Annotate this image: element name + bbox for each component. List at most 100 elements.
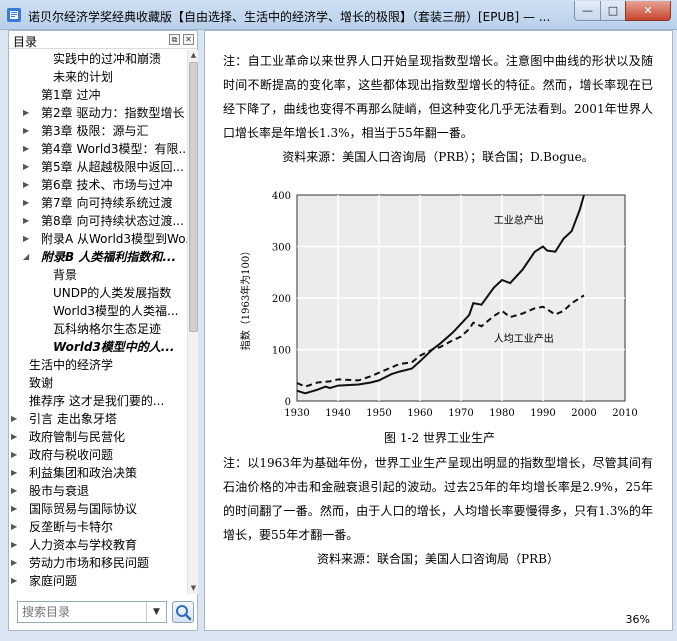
toc-item[interactable]: 背景: [9, 266, 187, 284]
toc-item[interactable]: ▶ 第7章 向可持续系统过渡: [9, 194, 187, 212]
toc-item[interactable]: World3模型中的人...: [9, 338, 187, 356]
toc-search-input[interactable]: [18, 602, 144, 622]
expand-arrow-icon[interactable]: ▶: [11, 410, 21, 428]
x-tick-label: 1980: [489, 408, 514, 419]
expand-arrow-icon[interactable]: ▶: [23, 194, 33, 212]
y-tick-label: 0: [285, 397, 291, 408]
toc-item[interactable]: 生活中的经济学: [9, 356, 187, 374]
expand-arrow-icon[interactable]: ▶: [23, 104, 33, 122]
scroll-up-icon[interactable]: ▲: [188, 50, 199, 61]
toc-item[interactable]: ▶ 第5章 从超越极限中返回...: [9, 158, 187, 176]
toc-item[interactable]: ▶ 政府管制与民营化: [9, 428, 187, 446]
toc-item-label: 第5章 从超越极限中返回...: [41, 160, 184, 174]
toc-item-label: 第1章 过冲: [41, 88, 101, 102]
y-axis-label: 指数（1963年为100）: [239, 246, 252, 351]
toc-item[interactable]: ▶ 第3章 极限：源与汇: [9, 122, 187, 140]
note-paragraph-2: 注：以1963年为基础年份，世界工业生产呈现出明显的指数型增长，尽管其间有石油价…: [223, 456, 653, 542]
expand-arrow-icon[interactable]: ▶: [23, 212, 33, 230]
toc-item-label: 家庭问题: [29, 574, 78, 588]
close-panel-icon[interactable]: ✕: [183, 34, 194, 45]
title-bar: 诺贝尔经济学奖经典收藏版【自由选择、生活中的经济学、增长的极限】（套装三册）[E…: [0, 0, 677, 30]
toc-item[interactable]: ▶ 第4章 World3模型：有限...: [9, 140, 187, 158]
expand-arrow-icon[interactable]: ▶: [11, 500, 21, 518]
toc-search-box: ▼: [17, 601, 167, 623]
toc-item-label: 国际贸易与国际协议: [29, 502, 138, 516]
toc-scrollbar[interactable]: ▲ ▼: [187, 50, 198, 594]
x-tick-label: 2010: [612, 408, 637, 419]
toc-item-label: 实践中的过冲和崩溃: [53, 52, 162, 66]
expand-arrow-icon[interactable]: ▶: [11, 428, 21, 446]
toc-item[interactable]: ▶ 政府与税收问题: [9, 446, 187, 464]
x-tick-label: 1940: [325, 408, 350, 419]
toc-title: 目录: [13, 35, 38, 49]
toc-item[interactable]: ◢ 附录B 人类福利指数和...: [9, 248, 187, 266]
toc-item-label: 政府与税收问题: [29, 448, 114, 462]
search-dropdown-icon[interactable]: ▼: [146, 602, 166, 622]
toc-item[interactable]: 实践中的过冲和崩溃: [9, 50, 187, 68]
toc-item-label: 第3章 极限：源与汇: [41, 124, 149, 138]
toc-item[interactable]: 瓦科纳格尔生态足迹: [9, 320, 187, 338]
expand-arrow-icon[interactable]: ▶: [11, 572, 21, 590]
pin-icon[interactable]: ⧉: [169, 34, 180, 45]
toc-panel: 目录 ⧉ ✕ 实践中的过冲和崩溃未来的计划第1章 过冲 ▶ 第2章 驱动力：指数型增…: [8, 30, 198, 631]
industrial-output-chart: 1930 1940 1950 1960 1970 1980 1990 2000 2010 0 100…: [239, 191, 638, 419]
toc-item-label: 推荐序 这才是我们要的...: [29, 394, 165, 408]
toc-header: 目录 ⧉ ✕: [9, 31, 197, 49]
app-icon: [7, 8, 21, 22]
x-tick-label: 1990: [530, 408, 555, 419]
x-tick-label: 1950: [366, 408, 391, 419]
expand-arrow-icon[interactable]: ▶: [11, 536, 21, 554]
toc-item[interactable]: ▶ 附录A 从World3模型到Wo...: [9, 230, 187, 248]
toc-item[interactable]: UNDP的人类发展指数: [9, 284, 187, 302]
toc-item[interactable]: ▶ 利益集团和政治决策: [9, 464, 187, 482]
toc-item[interactable]: ▶ 人力资本与学校教育: [9, 536, 187, 554]
x-tick-label: 1960: [407, 408, 432, 419]
expand-arrow-icon[interactable]: ▶: [23, 230, 33, 248]
toc-item[interactable]: ▶ 第2章 驱动力：指数型增长: [9, 104, 187, 122]
toc-item-label: 附录A 从World3模型到Wo...: [41, 232, 187, 246]
expand-arrow-icon[interactable]: ▶: [11, 464, 21, 482]
toc-item[interactable]: 第1章 过冲: [9, 86, 187, 104]
toc-item-label: 政府管制与民营化: [29, 430, 126, 444]
toc-item-label: 第4章 World3模型：有限...: [41, 142, 187, 156]
toc-item-label: 附录B 人类福利指数和...: [41, 250, 177, 264]
toc-item-label: 第7章 向可持续系统过渡: [41, 196, 173, 210]
toc-item[interactable]: 推荐序 这才是我们要的...: [9, 392, 187, 410]
y-tick-label: 100: [272, 346, 291, 357]
close-button[interactable]: ✕: [625, 1, 671, 21]
expand-arrow-icon[interactable]: ▶: [11, 482, 21, 500]
scroll-down-icon[interactable]: ▼: [188, 583, 199, 594]
expand-arrow-icon[interactable]: ▶: [23, 140, 33, 158]
maximize-button[interactable]: □: [600, 1, 626, 21]
search-button[interactable]: [172, 601, 194, 623]
toc-item[interactable]: 致谢: [9, 374, 187, 392]
expand-arrow-icon[interactable]: ▶: [11, 518, 21, 536]
minimize-button[interactable]: —: [574, 1, 601, 21]
expand-arrow-icon[interactable]: ▶: [23, 158, 33, 176]
toc-item[interactable]: ▶ 反垄断与卡特尔: [9, 518, 187, 536]
expand-arrow-icon[interactable]: ▶: [11, 446, 21, 464]
y-tick-label: 400: [272, 191, 291, 202]
toc-item-label: 劳动力市场和移民问题: [29, 556, 150, 570]
toc-item[interactable]: ▶ 股市与衰退: [9, 482, 187, 500]
zoom-level: 36%: [625, 613, 650, 626]
expand-arrow-icon[interactable]: ▶: [23, 176, 33, 194]
search-icon: [176, 605, 192, 621]
x-tick-label: 1970: [448, 408, 473, 419]
toc-item[interactable]: ▶ 劳动力市场和移民问题: [9, 554, 187, 572]
collapse-arrow-icon[interactable]: ◢: [23, 248, 33, 266]
y-tick-label: 300: [272, 243, 291, 254]
toc-item[interactable]: ▶ 家庭问题: [9, 572, 187, 590]
toc-item-label: 背景: [53, 268, 78, 282]
toc-item[interactable]: World3模型的人类福...: [9, 302, 187, 320]
expand-arrow-icon[interactable]: ▶: [23, 122, 33, 140]
toc-item[interactable]: 未来的计划: [9, 68, 187, 86]
toc-item[interactable]: ▶ 引言 走出象牙塔: [9, 410, 187, 428]
toc-item-label: 第6章 技术、市场与过冲: [41, 178, 173, 192]
toc-item[interactable]: ▶ 第6章 技术、市场与过冲: [9, 176, 187, 194]
toc-item[interactable]: ▶ 国际贸易与国际协议: [9, 500, 187, 518]
x-tick-label: 1930: [284, 408, 309, 419]
toc-item[interactable]: ▶ 第8章 向可持续状态过渡...: [9, 212, 187, 230]
expand-arrow-icon[interactable]: ▶: [11, 554, 21, 572]
scroll-thumb[interactable]: [189, 62, 198, 332]
